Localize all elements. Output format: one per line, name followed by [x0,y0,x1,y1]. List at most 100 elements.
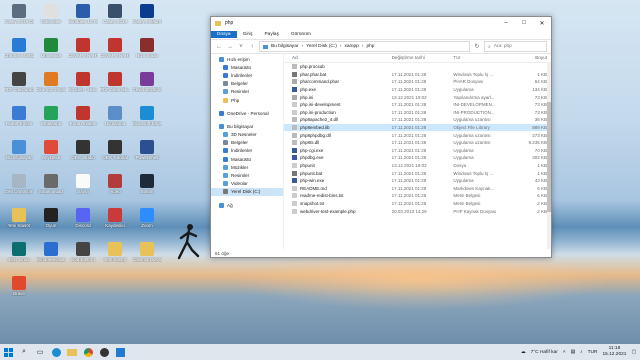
file-row[interactable]: README.md 17.11.2021 01:28 Markdown Kaynak… [284,185,551,193]
nav-item[interactable]: Hızlı erişim [211,55,283,63]
desktop-shortcut[interactable]: Kod Editörü [68,242,98,262]
up-arrow-icon[interactable]: ↑ [248,44,256,50]
nav-item[interactable]: Videolar [211,180,283,188]
nav-item[interactable]: Resimler [211,88,283,96]
desktop-shortcut[interactable]: Casey Anlatım Öğretmeni [132,4,162,24]
nav-item[interactable]: Belgeler [211,80,283,88]
explorer-icon[interactable] [64,344,80,360]
file-row[interactable]: php.ini-production 17.11.2021 01:28 INI-PR… [284,109,551,117]
maximize-icon[interactable]: □ [515,20,533,26]
tab-home[interactable]: Giriş [237,31,259,38]
desktop-shortcut[interactable]: PowerShell [132,140,162,160]
tray-chevron-icon[interactable]: ˄ [563,350,566,355]
vertical-scrollbar[interactable] [547,62,551,249]
desktop-shortcut[interactable]: Yeni Klasör [100,242,130,262]
file-row[interactable]: phpunit 13.12.2021 19:02 Dosya 1 KB [284,162,551,170]
desktop-shortcut[interactable]: Geri Dönüşüm [4,174,34,194]
weather-text[interactable]: 7°C Hafif kar [531,350,558,355]
desktop-shortcut[interactable]: Brave [4,276,34,296]
desktop-shortcut[interactable]: Çalışma Dosyası [132,242,162,262]
file-row[interactable]: pharcommand.phar 17.11.2021 01:28 PHAR Dos… [284,78,551,86]
desktop-shortcut[interactable]: PDF Oluşturucu [4,72,34,92]
desktop-shortcut[interactable]: Bu bilgisayar [4,140,34,160]
desktop-shortcut[interactable]: Hızlı Sınav [132,38,162,58]
network-icon[interactable]: ▤ [571,350,576,355]
search-icon[interactable]: ⌕ [16,344,32,360]
desktop-shortcut[interactable]: Çeviri Sözlüğü [132,72,162,92]
nav-item[interactable]: Yerel Disk (C:) [211,187,283,196]
desktop-shortcut[interactable]: OBS Studio [68,140,98,160]
desktop-shortcut[interactable]: Yeni Klasör [4,208,34,228]
desktop-shortcut[interactable]: Windows 10 Güncel... [68,4,98,24]
desktop-shortcut[interactable]: WindowsKasa... [36,242,66,262]
edge-icon[interactable] [48,344,64,360]
desktop-shortcut[interactable]: Ödemeler [36,4,66,24]
breadcrumb-php[interactable]: php [366,44,374,49]
vscode-icon[interactable] [112,344,128,360]
nav-item[interactable]: 3D Nesneler [211,131,283,139]
desktop-shortcut[interactable]: Kaydedici [100,208,130,228]
file-row[interactable]: php-win.exe 17.11.2021 01:28 Uygulama 43 KB [284,177,551,185]
nav-item[interactable]: Belgeler [211,139,283,147]
desktop-shortcut[interactable]: Flutter Eğitim [4,106,34,126]
file-row[interactable]: phpunit.bat 17.11.2021 01:28 Windows Toplu… [284,169,551,177]
nav-item[interactable]: Bu bilgisayar [211,122,283,130]
breadcrumb-xampp[interactable]: xampp [344,44,358,49]
file-row[interactable]: php8apache2_4.dll 17.11.2021 01:28 Uygulam… [284,116,551,124]
column-size[interactable]: Boyut [517,55,551,60]
desktop-shortcut[interactable]: Zoom [132,208,162,228]
breadcrumb[interactable]: Bu bilgisayar › Yerel Disk (C:) › xampp › p… [259,41,470,52]
chrome-icon[interactable] [80,344,96,360]
file-row[interactable]: php8embed.lib 17.11.2021 01:28 Object File… [284,123,551,132]
desktop-shortcut[interactable]: OBS Tutorial [100,140,130,160]
nav-item[interactable]: Masaüstü [211,63,283,71]
tab-file[interactable]: Dosya [211,30,237,38]
nav-item[interactable]: Ağ [211,201,283,209]
breadcrumb-this-pc[interactable]: Bu bilgisayar [271,44,298,49]
refresh-icon[interactable]: ↻ [473,43,481,50]
nav-item[interactable]: Php [211,96,283,104]
column-type[interactable]: Tür [453,55,517,60]
desktop-shortcut[interactable]: Eski Sınav [4,242,34,262]
nav-item[interactable]: OneDrive - Personal [211,109,283,117]
desktop-shortcut[interactable]: CEVAP ANAHTARI... [100,38,130,58]
file-row[interactable]: php.procsub [284,63,551,71]
desktop-shortcut[interactable]: Oyun [36,208,66,228]
back-arrow-icon[interactable]: ← [215,44,223,50]
desktop-shortcut[interactable]: CEVAP ANAHTARI [68,38,98,58]
desktop-shortcut[interactable]: Sınav analiz [36,174,66,194]
close-icon[interactable]: ✕ [533,20,551,27]
nav-item[interactable]: Resimler [211,171,283,179]
desktop-shortcut[interactable]: Casey 2019 [100,4,130,24]
desktop-shortcut[interactable]: Chrome Anahtarı [4,38,34,58]
desktop-shortcut[interactable]: Casey 2019 Özel... [4,4,34,24]
desktop-shortcut[interactable]: AnyDesk [36,140,66,160]
file-row[interactable]: webdriver-test-example.php 20.03.2013 14:… [284,207,551,215]
clock[interactable]: 11:18 15.12.2021 [602,346,626,358]
file-row[interactable]: php-cgi.exe 17.11.2021 01:28 Uygulama 70 KB [284,147,551,155]
file-row[interactable]: php8phpdbg.dll 17.11.2021 01:28 Uygulama u… [284,131,551,139]
file-row[interactable]: php.ini-development 17.11.2021 01:28 INI-D… [284,101,551,109]
weather-icon[interactable]: ☁ [521,350,526,355]
desktop-shortcut[interactable]: Üniversite [36,38,66,58]
file-row[interactable]: snapshot.txt 17.11.2021 01:28 Metin Belges… [284,200,551,208]
column-date[interactable]: Değiştirme tarihi [392,55,454,60]
file-row[interactable]: php8ts.dll 17.11.2021 01:28 Uygulama uzant… [284,139,551,147]
desktop-shortcut[interactable]: Oku-Yaz Oyunu [36,72,66,92]
search-input[interactable]: ⌕ Ara: php [484,41,547,52]
nav-item[interactable]: Masaüstü [211,155,283,163]
desktop-shortcut[interactable]: Gözden_ kesi... [68,72,98,92]
tab-share[interactable]: Paylaş [258,31,284,38]
language-indicator[interactable]: TUR [588,350,598,355]
file-row[interactable]: readme-redist-bins.txt 17.11.2021 01:28 Me… [284,192,551,200]
nav-item[interactable]: İndirilenler [211,71,283,79]
breadcrumb-local-disk[interactable]: Yerel Disk (C:) [306,44,337,49]
desktop-shortcut[interactable]: Microsoft Edge [132,106,162,126]
desktop-shortcut[interactable]: PDF ödev tek... [100,72,130,92]
desktop-shortcut[interactable]: Discord [68,208,98,228]
file-row[interactable]: php.ini 13.12.2021 19:02 Yapılandırma ayar… [284,93,551,101]
minimize-icon[interactable]: – [497,20,515,26]
notification-icon[interactable]: ▢ [631,350,636,355]
desktop-shortcut[interactable]: Uygulama [100,106,130,126]
forward-arrow-icon[interactable]: → [226,44,234,50]
